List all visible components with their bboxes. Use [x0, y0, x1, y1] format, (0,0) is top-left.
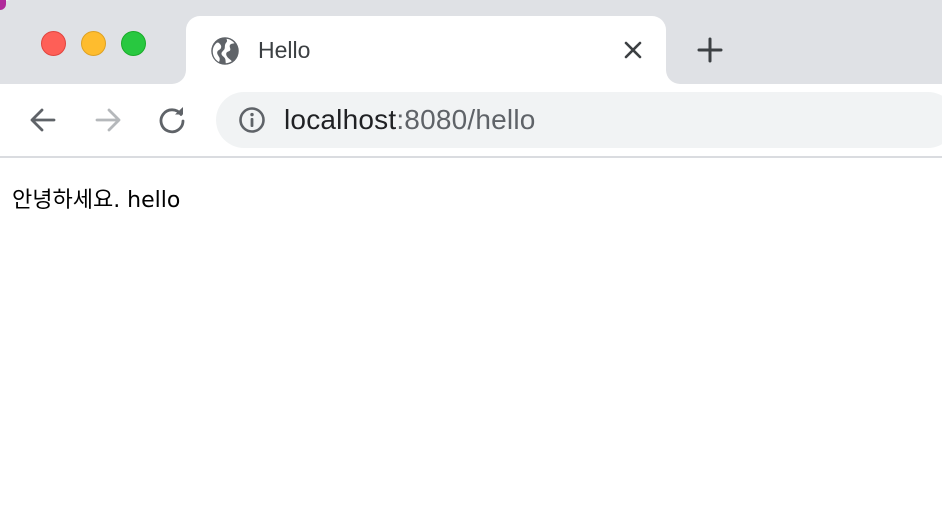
- info-icon[interactable]: [238, 106, 266, 134]
- close-icon[interactable]: [622, 39, 644, 61]
- reload-icon[interactable]: [156, 104, 188, 136]
- window-zoom-button[interactable]: [121, 31, 146, 56]
- page-body-text: 안녕하세요. hello: [12, 188, 181, 213]
- url-host: localhost: [284, 104, 397, 135]
- window-close-button[interactable]: [41, 31, 66, 56]
- arrow-left-icon[interactable]: [27, 104, 59, 136]
- arrow-right-icon[interactable]: [92, 104, 124, 136]
- window-minimize-button[interactable]: [81, 31, 106, 56]
- globe-icon: [211, 37, 239, 65]
- browser-window: Hello localhost:8080/hello 안녕하세요. hello: [0, 0, 942, 520]
- url-path: :8080/hello: [396, 104, 536, 135]
- page-content: 안녕하세요. hello: [0, 158, 942, 520]
- tab-hello[interactable]: Hello: [186, 16, 666, 84]
- toolbar: localhost:8080/hello: [0, 84, 942, 158]
- tab-strip: Hello: [0, 0, 942, 84]
- plus-icon[interactable]: [695, 35, 725, 65]
- address-bar[interactable]: localhost:8080/hello: [216, 92, 942, 148]
- tab-title: Hello: [258, 37, 311, 63]
- url-text[interactable]: localhost:8080/hello: [284, 104, 536, 136]
